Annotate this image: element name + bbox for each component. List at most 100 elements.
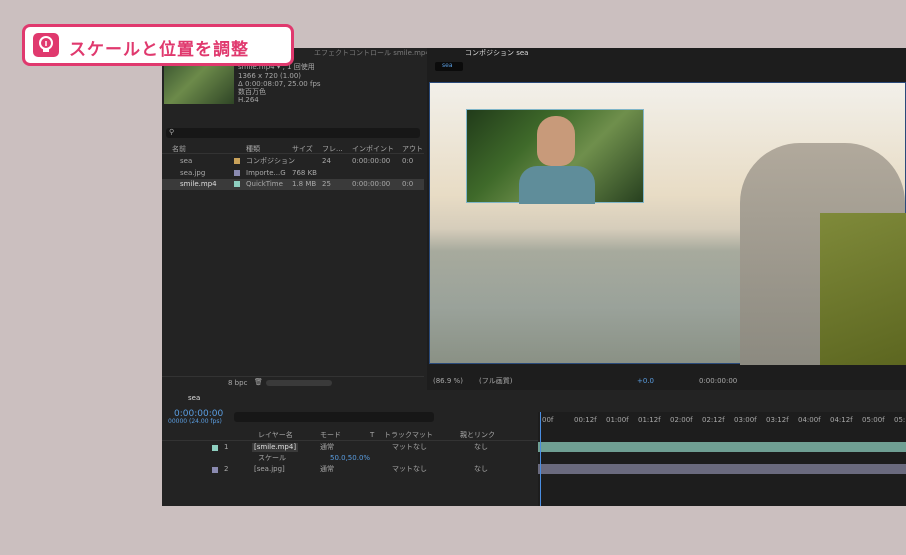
timeline-fps: 00000 (24.00 fps) [168, 418, 222, 425]
row-name: sea [180, 157, 193, 165]
zoom-dropdown[interactable]: (86.9 %) [433, 378, 463, 385]
table-row[interactable]: 1 [smile.mp4] 通常 マットなし なし [162, 442, 538, 453]
label-swatch [234, 158, 240, 164]
row-type: Importe...G [246, 169, 286, 177]
label-swatch [234, 181, 240, 187]
layer-num: 2 [224, 465, 229, 473]
project-footer: 8 bpc 🗑 [162, 376, 424, 388]
tab-sea-comp[interactable]: sea [435, 62, 463, 71]
tab-composition[interactable]: コンポジション sea [465, 50, 528, 57]
list-item[interactable]: sea コンポジション 24 0:00:00:00 0:0 [162, 156, 424, 167]
foliage [820, 213, 906, 365]
effect-controls-tab[interactable]: エフェクトコントロール smile.mp4 [314, 50, 430, 57]
bpc-button[interactable]: 8 bpc [228, 380, 247, 387]
meta-size: 1366 x 720 (1.00) [238, 72, 302, 80]
row-frame: 24 [322, 157, 331, 165]
thumbnail [164, 66, 234, 104]
col-outpoint[interactable]: アウト [402, 146, 423, 153]
ruler-tick-label: 03:12f [766, 416, 789, 424]
ruler-tick-label: 02:00f [670, 416, 693, 424]
mode-dropdown[interactable]: 通常 [320, 466, 334, 473]
row-in: 0:00:00:00 [352, 180, 391, 188]
row-type: コンポジション [246, 157, 295, 165]
label-swatch [212, 467, 218, 473]
col-inpoint[interactable]: インポイント [352, 146, 394, 153]
mode-dropdown[interactable]: 通常 [320, 444, 334, 451]
ruler-tick-label: 00:12f [574, 416, 597, 424]
ruler-tick-label: 03:00f [734, 416, 757, 424]
row-type: QuickTime [246, 180, 283, 188]
timeline-tracks[interactable]: 00f 00:12f 01:00f 01:12f 02:00f 02:12f 03:00f 0… [538, 412, 906, 506]
meta-duration: Δ 0:00:08:07, 25.00 fps [238, 80, 321, 88]
row-size: 1.8 MB [292, 180, 317, 188]
list-item[interactable]: sea.jpg Importe...G 768 KB [162, 168, 424, 179]
shirt [519, 166, 595, 204]
project-search-input[interactable]: ⚲ [166, 128, 420, 138]
col-t: T [370, 431, 375, 439]
prop-value[interactable]: 50.0,50.0% [330, 455, 370, 462]
ruler-tick-label: 04:00f [798, 416, 821, 424]
row-frame: 25 [322, 180, 331, 188]
ruler-tick-label: 02:12f [702, 416, 725, 424]
row-size: 768 KB [292, 169, 317, 177]
list-item[interactable]: smile.mp4 QuickTime 1.8 MB 25 0:00:00:00… [162, 179, 424, 190]
quality-dropdown[interactable]: (フル画質) [479, 378, 512, 385]
lightbulb-icon [33, 33, 59, 57]
matte-dropdown[interactable]: マットなし [392, 466, 427, 473]
ruler-tick-label: 00f [542, 416, 554, 424]
property-row: スケール 50.0,50.0% [162, 453, 538, 464]
ruler-tick-label: 01:12f [638, 416, 661, 424]
layer-name[interactable]: [sea.jpg] [254, 466, 285, 473]
col-frame[interactable]: フレ... [322, 146, 343, 153]
row-name: smile.mp4 [180, 180, 217, 188]
search-icon: ⚲ [169, 128, 175, 136]
face [537, 116, 575, 166]
col-name[interactable]: 名前 [172, 146, 186, 153]
col-mode: モード [320, 431, 341, 439]
layer-bar-smile[interactable] [538, 442, 906, 452]
tab-timeline-sea[interactable]: sea [188, 395, 200, 402]
column-headers: 名前 種類 サイズ フレ... インポイント アウト [162, 144, 424, 154]
project-panel: エフェクトコントロール smile.mp4 smile.mp4 ▾ , 1 回使… [162, 48, 430, 388]
tip-text: スケールと位置を調整 [69, 40, 249, 60]
layer-bar-sea[interactable] [538, 464, 906, 474]
meta-codec: H.264 [238, 96, 259, 104]
meta-colors: 数百万色 [238, 88, 266, 96]
layer-header: レイヤー名 モード T トラックマット 親とリンク [162, 430, 538, 441]
row-out: 0:0 [402, 157, 414, 165]
row-out: 0:0 [402, 180, 414, 188]
layer-name[interactable]: [smile.mp4] [252, 443, 299, 452]
current-time[interactable]: 0:00:00:00 [699, 378, 737, 385]
col-layer-name: レイヤー名 [258, 431, 293, 439]
composition-viewer[interactable] [429, 82, 906, 365]
time-ruler[interactable]: 00f 00:12f 01:00f 01:12f 02:00f 02:12f 03:00f 0… [538, 416, 906, 426]
parent-dropdown[interactable]: なし [474, 444, 488, 451]
col-size[interactable]: サイズ [292, 146, 313, 153]
matte-dropdown[interactable]: マットなし [392, 444, 427, 451]
ruler-tick-label: 01:00f [606, 416, 629, 424]
playhead[interactable] [540, 412, 541, 506]
trash-icon[interactable]: 🗑 [254, 379, 263, 386]
ruler-tick-label: 04:12f [830, 416, 853, 424]
parent-dropdown[interactable]: なし [474, 466, 488, 473]
timeline-search-input[interactable] [234, 412, 434, 422]
col-track-matte: トラックマット [384, 431, 433, 439]
row-in: 0:00:00:00 [352, 157, 391, 165]
timeline-panel: sea 0:00:00:00 00000 (24.00 fps) レイヤー名 モ… [162, 392, 906, 506]
scrollbar[interactable] [266, 380, 332, 386]
row-name: sea.jpg [180, 169, 206, 177]
ruler-tick-label: 05:12f [894, 416, 906, 424]
smile-layer-selection[interactable] [466, 109, 644, 204]
composition-panel: コンポジション sea sea (86.9 %) (フル画質) +0.0 0:0… [427, 48, 906, 390]
label-swatch [212, 445, 218, 451]
table-row[interactable]: 2 [sea.jpg] 通常 マットなし なし [162, 464, 538, 475]
layer-num: 1 [224, 443, 229, 451]
col-parent: 親とリンク [460, 431, 495, 439]
col-type[interactable]: 種類 [246, 146, 260, 153]
exposure-value[interactable]: +0.0 [637, 378, 654, 385]
tip-banner: スケールと位置を調整 [22, 24, 294, 66]
comp-tab-label: sea [442, 62, 453, 69]
viewer-toolbar: (86.9 %) (フル画質) +0.0 0:00:00:00 [427, 374, 906, 388]
label-swatch [234, 170, 240, 176]
prop-name: スケール [258, 454, 286, 462]
